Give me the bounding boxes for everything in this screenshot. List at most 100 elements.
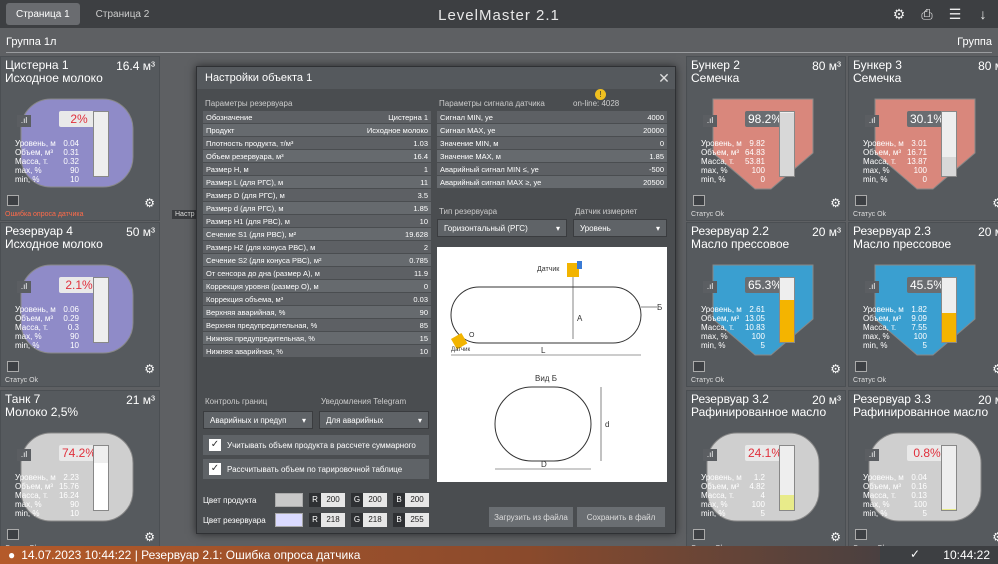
signal-row[interactable]: Сигнал MIN, уе 4000 <box>437 111 667 124</box>
param-row[interactable]: Плотность продукта, т/м³ 1.03 <box>203 137 431 150</box>
check-icon[interactable]: ✓ <box>910 547 920 561</box>
signal-row[interactable]: Аварийный сигнал MIN ≤, уе -500 <box>437 163 667 176</box>
section-tank-params: Параметры резервуара <box>205 99 293 108</box>
gear-icon[interactable]: ⚙ <box>888 4 910 24</box>
param-row[interactable]: Размер H1 (для РВС), м 10 <box>203 215 431 228</box>
tank-name: Танк 7 Молоко 2,5% <box>5 392 79 419</box>
param-row[interactable]: Объем резервуара, м³ 16.4 <box>203 150 431 163</box>
stop-icon[interactable] <box>855 195 867 206</box>
stop-icon[interactable] <box>693 195 705 206</box>
stop-icon[interactable] <box>855 361 867 372</box>
param-row[interactable]: Размер D (для РГС), м 3.5 <box>203 189 431 202</box>
stop-icon[interactable] <box>7 361 19 372</box>
signal-row[interactable]: Сигнал MAX, уе 20000 <box>437 124 667 137</box>
tank-name: Резервуар 2.3 Масло прессовое <box>853 224 952 251</box>
gear-icon[interactable]: ⚙ <box>830 530 841 544</box>
param-row[interactable]: Коррекция объема, м³ 0.03 <box>203 293 431 306</box>
tank-volume: 20 м³ <box>812 225 841 239</box>
chart-icon[interactable]: .ıl <box>17 115 31 127</box>
tank-card[interactable]: Резервуар 3.3Рафинированное масло 20 м .… <box>848 390 998 555</box>
signal-row[interactable]: Значение MIN, м0 <box>437 137 667 150</box>
tab-page-1[interactable]: Страница 1 <box>6 3 80 25</box>
load-from-file-button[interactable]: Загрузить из файла <box>489 507 573 527</box>
gear-icon[interactable]: ⚙ <box>830 362 841 376</box>
chart-icon[interactable]: .ıl <box>865 281 879 293</box>
save-to-file-button[interactable]: Сохранить в файл <box>577 507 665 527</box>
clock: 10:44:22 <box>943 548 990 562</box>
calibration-table-checkbox[interactable]: ✓ Рассчитывать объем по тарировочной табл… <box>203 459 429 479</box>
param-row[interactable]: От сенсора до дна (размер A), м 11.9 <box>203 267 431 280</box>
tank-stats: Уровень, м 0.04 Объем, м³ 0.31 Масса, т. 0.32… <box>15 139 79 184</box>
close-icon[interactable]: ✕ <box>653 70 675 87</box>
tank-card[interactable]: Танк 7 Молоко 2,5% 21 м³ .ıl 74.2% Уровен… <box>0 390 160 555</box>
stop-icon[interactable] <box>693 529 705 540</box>
level-gauge <box>941 111 957 177</box>
tank-card[interactable]: Резервуар 4 Исходное молоко 50 м³ .ıl 2.1… <box>0 222 160 387</box>
gear-icon[interactable]: ⚙ <box>144 530 155 544</box>
chart-icon[interactable]: .ıl <box>17 281 31 293</box>
gear-icon[interactable]: ⚙ <box>992 530 998 544</box>
tank-card[interactable]: Резервуар 2.3Масло прессовое 20 м .ıl 45… <box>848 222 998 387</box>
param-row[interactable]: Нижняя предупредительная, % 15 <box>203 332 431 345</box>
tank-card[interactable]: Бункер 2 Семечка 80 м³ .ıl 98.2% Уровень,… <box>686 56 846 221</box>
tank-card[interactable]: Резервуар 3.2 Рафинированное масло 20 м³ … <box>686 390 846 555</box>
tank-stats: Уровень, м 2.23 Объем, м³ 15.76 Масса, т. 16.… <box>15 473 79 518</box>
sensor-measures-select[interactable]: Уровень ▾ <box>573 219 667 237</box>
gear-icon[interactable]: ⚙ <box>830 196 841 210</box>
tank-type-select[interactable]: Горизонтальный (РГС) ▾ <box>437 219 567 237</box>
tank-color-swatch[interactable] <box>275 513 303 527</box>
limits-select[interactable]: Аварийных и предуп ▾ <box>203 411 313 429</box>
param-row[interactable]: Продукт Исходное молоко <box>203 124 431 137</box>
tank-volume: 80 м <box>978 59 998 73</box>
printer-icon[interactable]: ⎙ <box>916 4 938 24</box>
param-row[interactable]: Обозначение Цистерна 1 <box>203 111 431 124</box>
svg-text:D: D <box>541 460 547 469</box>
param-row[interactable]: Верхняя предупредительная, % 85 <box>203 319 431 332</box>
param-row[interactable]: Размер d (для РГС), м 1.85 <box>203 202 431 215</box>
product-color-swatch[interactable] <box>275 493 303 507</box>
list-icon[interactable]: ☰ <box>944 4 966 24</box>
param-row[interactable]: Верхняя аварийная, % 90 <box>203 306 431 319</box>
tank-stats: Уровень, м 0.04 Объем, м³ 0.16 Масса, т. 0.13… <box>863 473 927 518</box>
event-message: 14.07.2023 10:44:22 | Резервуар 2.1: Оши… <box>21 548 361 562</box>
telegram-select[interactable]: Для аварийных ▾ <box>319 411 429 429</box>
chart-icon[interactable]: .ıl <box>703 115 717 127</box>
tank-card[interactable]: Резервуар 2.2 Масло прессовое 20 м³ .ıl 6… <box>686 222 846 387</box>
sum-volume-checkbox[interactable]: ✓ Учитывать объем продукта в рассчете сум… <box>203 435 429 455</box>
gear-icon[interactable]: ⚙ <box>144 196 155 210</box>
tank-card[interactable]: Цистерна 1 Исходное молоко 16.4 м³ .ıl 2%… <box>0 56 160 221</box>
stop-icon[interactable] <box>693 361 705 372</box>
chart-icon[interactable]: .ıl <box>865 115 879 127</box>
gear-icon[interactable]: ⚙ <box>992 196 998 210</box>
param-row[interactable]: Нижняя аварийная, % 10 <box>203 345 431 358</box>
svg-text:Б: Б <box>657 303 662 312</box>
stop-icon[interactable] <box>7 195 19 206</box>
chart-icon[interactable]: .ıl <box>703 281 717 293</box>
svg-text:O: O <box>469 332 475 339</box>
param-row[interactable]: Размер H, м1 <box>203 163 431 176</box>
signal-row[interactable]: Аварийный сигнал MAX ≥, уе 20500 <box>437 176 667 189</box>
stop-icon[interactable] <box>855 529 867 540</box>
level-gauge <box>779 277 795 343</box>
chart-icon[interactable]: .ıl <box>17 449 31 461</box>
stop-icon[interactable] <box>7 529 19 540</box>
tank-card[interactable]: Бункер 3Семечка 80 м .ıl 30.1% Уровень, … <box>848 56 998 221</box>
tank-stats: Уровень, м 3.01 Объем, м³ 16.71 Масса, т. 13.… <box>863 139 927 184</box>
signal-row[interactable]: Значение MAX, м 1.85 <box>437 150 667 163</box>
level-gauge <box>93 445 109 511</box>
chart-icon[interactable]: .ıl <box>703 449 717 461</box>
param-row[interactable]: Сечение S1 (для РВС), м² 19.628 <box>203 228 431 241</box>
gear-icon[interactable]: ⚙ <box>144 362 155 376</box>
tank-status: Статус Ok <box>853 211 887 218</box>
param-row[interactable]: Сечение S2 (для конуса РВС), м² 0.785 <box>203 254 431 267</box>
param-row[interactable]: Коррекция уровня (размер O), м0 <box>203 280 431 293</box>
param-row[interactable]: Размер L (для РГС), м 11 <box>203 176 431 189</box>
param-row[interactable]: Размер H2 (для конуса РВС), м2 <box>203 241 431 254</box>
gear-icon[interactable]: ⚙ <box>992 362 998 376</box>
level-gauge <box>779 445 795 511</box>
tank-name: Резервуар 4 Исходное молоко <box>5 224 103 251</box>
download-icon[interactable]: ↓ <box>972 4 994 24</box>
chart-icon[interactable]: .ıl <box>865 449 879 461</box>
tab-page-2[interactable]: Страница 2 <box>86 3 160 25</box>
tank-name: Бункер 2 Семечка <box>691 58 740 85</box>
